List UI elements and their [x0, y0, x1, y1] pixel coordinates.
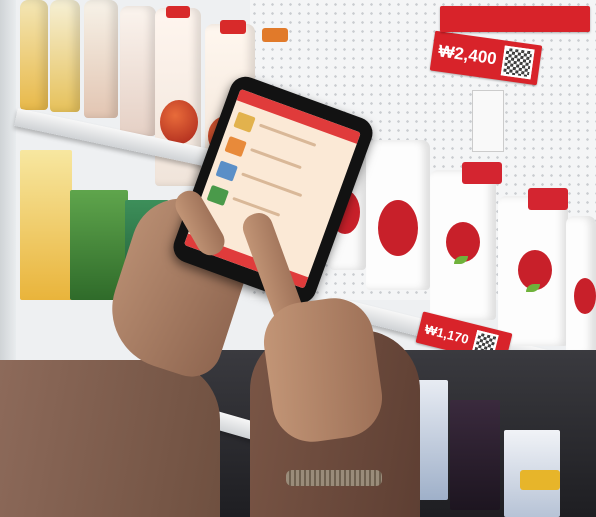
- product-carton: [450, 400, 500, 510]
- bottle-cap: [462, 162, 502, 184]
- bracelet: [286, 470, 382, 486]
- juice-bottle: [50, 0, 80, 112]
- list-text-line: [258, 123, 317, 147]
- red-sign-top-right: [440, 6, 590, 32]
- left-forearm: [0, 360, 220, 517]
- bottle-cap: [220, 20, 246, 34]
- product-thumbnail: [206, 184, 230, 207]
- product-logo: [520, 470, 560, 490]
- product-thumbnail: [224, 135, 247, 158]
- milk-label: [574, 278, 596, 314]
- price-text: ₩1,170: [423, 321, 471, 347]
- list-text-line: [241, 172, 303, 198]
- juice-bottle: [84, 0, 118, 118]
- juice-jug: [20, 150, 72, 300]
- product-thumbnail: [233, 111, 256, 133]
- milk-label: [378, 200, 418, 256]
- apple-graphic: [160, 100, 198, 144]
- bottle-cap: [528, 188, 568, 210]
- store-shelf-photo: ₩2,400 ₩1,170: [0, 0, 596, 517]
- product-thumbnail: [215, 160, 238, 182]
- juice-bottle: [20, 0, 48, 110]
- juice-bottle: [120, 6, 156, 136]
- bottle-cap: [262, 28, 288, 42]
- bottle-cap: [166, 6, 190, 18]
- price-text: ₩2,400: [437, 41, 498, 69]
- hook-bracket: [472, 90, 504, 152]
- list-text-line: [250, 147, 302, 170]
- qr-code-icon: [500, 45, 535, 80]
